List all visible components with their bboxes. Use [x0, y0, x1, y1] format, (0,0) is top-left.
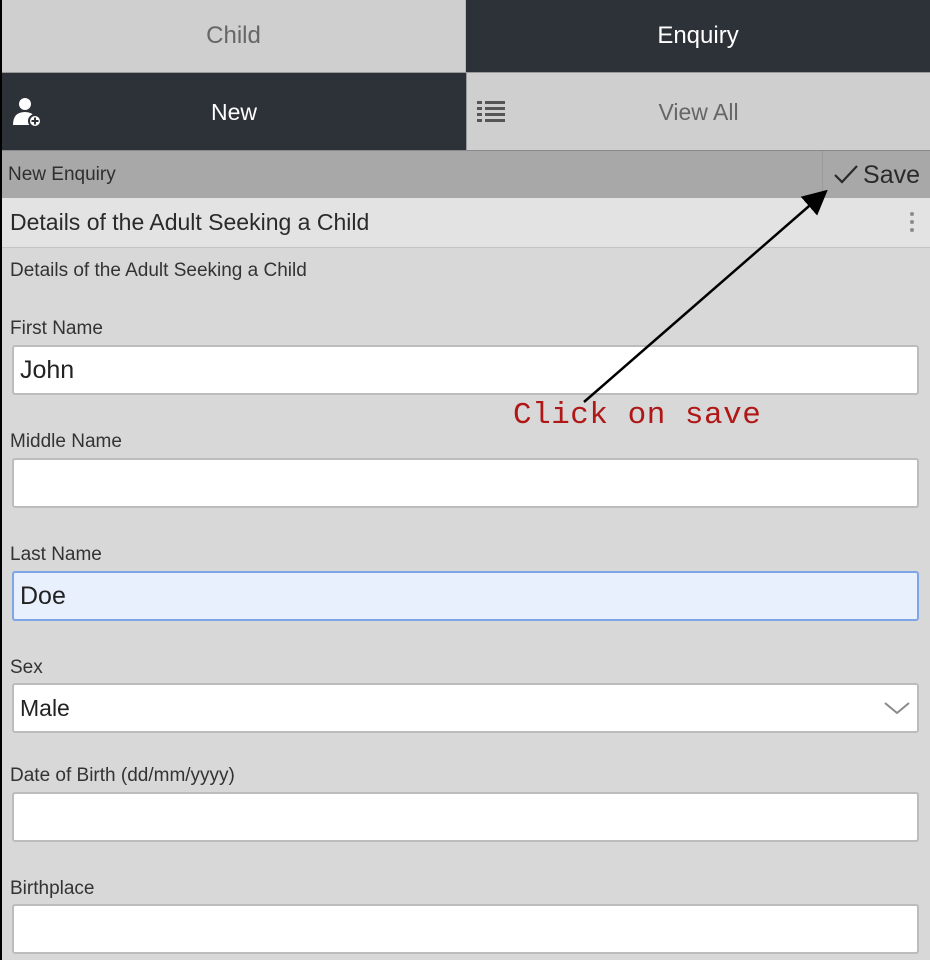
- sub-navigation: New View All: [2, 72, 930, 151]
- add-user-icon: [13, 98, 42, 128]
- first-name-label: First Name: [10, 318, 103, 339]
- middle-name-field[interactable]: [12, 458, 919, 508]
- first-name-field[interactable]: [12, 345, 919, 395]
- dob-label: Date of Birth (dd/mm/yyyy): [10, 765, 235, 786]
- action-bar-title: New Enquiry: [8, 163, 116, 185]
- tab-enquiry[interactable]: Enquiry: [466, 0, 930, 72]
- save-label: Save: [863, 160, 920, 189]
- middle-name-input[interactable]: [14, 460, 917, 506]
- tab-child[interactable]: Child: [2, 0, 466, 72]
- birthplace-field[interactable]: [12, 904, 919, 954]
- new-button[interactable]: New: [2, 73, 466, 151]
- section-subheader: Details of the Adult Seeking a Child: [10, 260, 307, 281]
- sex-select[interactable]: Male: [12, 683, 919, 733]
- action-bar: New Enquiry Save: [2, 150, 930, 199]
- chevron-down-icon: [884, 702, 910, 715]
- birthplace-label: Birthplace: [10, 878, 95, 899]
- birthplace-input[interactable]: [14, 906, 917, 952]
- section-header-title: Details of the Adult Seeking a Child: [10, 209, 370, 235]
- last-name-input[interactable]: [14, 573, 917, 619]
- save-button[interactable]: Save: [822, 151, 920, 199]
- annotation-text: Click on save: [513, 398, 762, 433]
- last-name-field[interactable]: [12, 571, 919, 621]
- top-tabs: Child Enquiry: [2, 0, 930, 72]
- view-all-label: View All: [658, 98, 739, 125]
- tab-enquiry-label: Enquiry: [657, 22, 739, 49]
- last-name-label: Last Name: [10, 544, 102, 565]
- app-window: Child Enquiry New View All New Enquiry S…: [2, 0, 930, 960]
- dob-input[interactable]: [14, 794, 917, 840]
- checkmark-icon: [834, 165, 858, 184]
- middle-name-label: Middle Name: [10, 431, 122, 452]
- kebab-menu-icon[interactable]: [904, 208, 920, 238]
- first-name-input[interactable]: [14, 347, 917, 393]
- section-header: Details of the Adult Seeking a Child: [2, 198, 930, 248]
- dob-field[interactable]: [12, 792, 919, 842]
- new-label: New: [210, 98, 257, 125]
- tab-child-label: Child: [206, 22, 261, 49]
- list-icon: [477, 101, 505, 122]
- view-all-button[interactable]: View All: [466, 73, 930, 151]
- sex-select-value: Male: [20, 694, 70, 721]
- sex-label: Sex: [10, 657, 43, 678]
